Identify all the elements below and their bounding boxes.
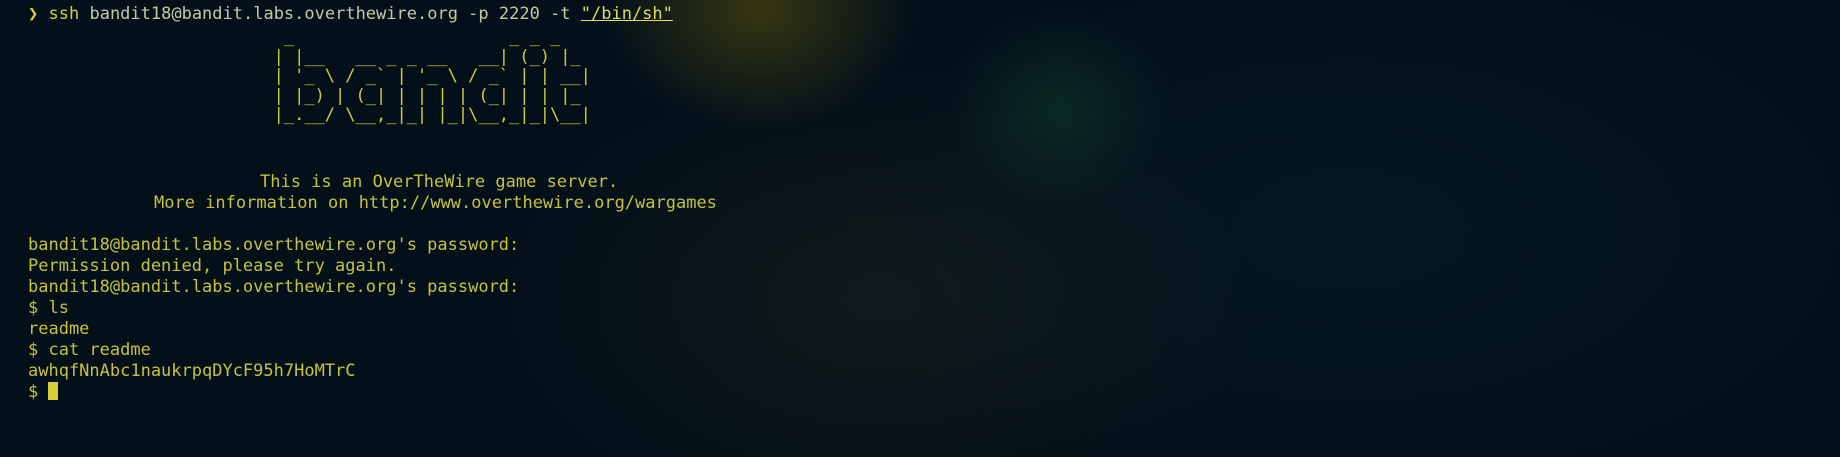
shell-prompt: $ <box>28 382 49 402</box>
command-quoted-shell[interactable]: "/bin/sh" <box>581 4 673 24</box>
output-line: bandit18@bandit.labs.overthewire.org's p… <box>28 277 520 297</box>
cursor-block <box>48 382 59 400</box>
command-arguments: bandit18@bandit.labs.overthewire.org -p … <box>89 4 571 24</box>
session-output: bandit18@bandit.labs.overthewire.org's p… <box>28 235 519 403</box>
output-line: $ ls <box>28 298 69 318</box>
output-line: bandit18@bandit.labs.overthewire.org's p… <box>28 235 520 255</box>
info-line: More information on http://www.overthewi… <box>154 193 717 213</box>
ssh-command-line: ❯ ssh bandit18@bandit.labs.overthewire.o… <box>28 4 673 25</box>
command-program: ssh <box>48 4 80 24</box>
prompt-chevron-icon: ❯ <box>28 4 39 24</box>
terminal-window[interactable]: ❯ ssh bandit18@bandit.labs.overthewire.o… <box>28 0 1840 457</box>
output-line: Permission denied, please try again. <box>28 256 397 276</box>
password-output-line: awhqfNnAbc1naukrpqDYcF95h7HoMTrC <box>28 361 356 381</box>
shell-input-line[interactable]: $ <box>28 382 519 403</box>
bandit-ascii-banner: _ _ _ _ | |__ __ _ _ __ __| (_) |_ | '_ … <box>273 27 591 125</box>
output-line: $ cat readme <box>28 340 151 360</box>
output-line: readme <box>28 319 90 339</box>
server-notice: This is an OverTheWire game server. <box>260 172 619 192</box>
